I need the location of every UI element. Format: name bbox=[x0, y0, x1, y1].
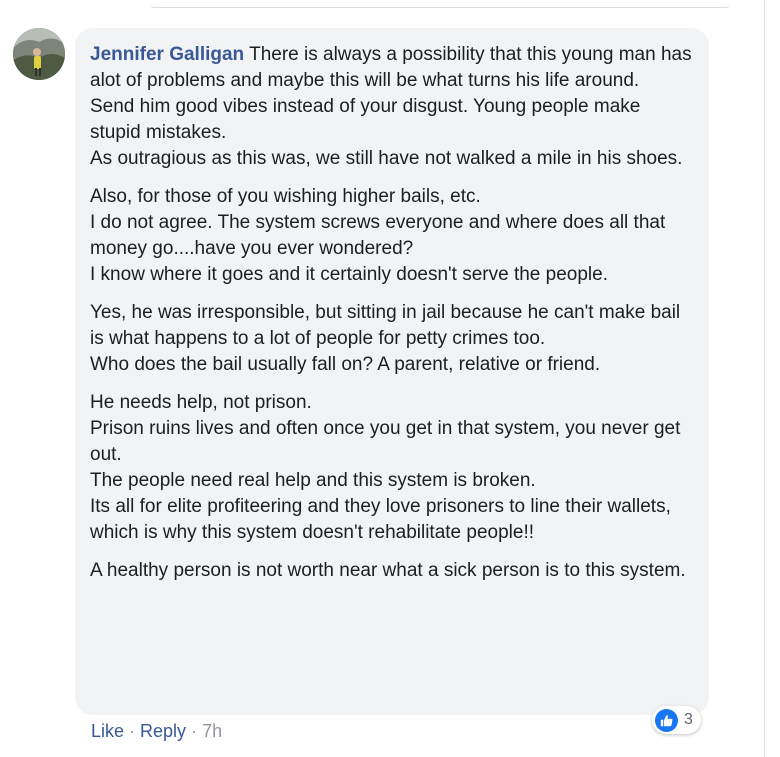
avatar[interactable] bbox=[13, 28, 65, 80]
comment-line: Its all for elite profiteering and they … bbox=[90, 496, 671, 543]
comment-actions: Like · Reply · 7h bbox=[91, 721, 222, 742]
comment-line: Yes, he was irresponsible, but sitting i… bbox=[90, 302, 681, 349]
comment-line: I do not agree. The system screws everyo… bbox=[90, 212, 666, 259]
comment-line: The people need real help and this syste… bbox=[90, 470, 536, 491]
comment-body: Jennifer Galligan There is always a poss… bbox=[90, 42, 693, 584]
separator: · bbox=[129, 721, 136, 741]
comment-line: Prison ruins lives and often once you ge… bbox=[90, 418, 681, 465]
avatar-photo bbox=[13, 28, 65, 80]
reaction-count: 3 bbox=[684, 711, 693, 728]
timestamp[interactable]: 7h bbox=[202, 721, 222, 742]
previous-comment-edge bbox=[150, 0, 730, 8]
like-link[interactable]: Like bbox=[91, 721, 124, 742]
comment-line: As outragious as this was, we still have… bbox=[90, 148, 683, 169]
comment-line: He needs help, not prison. bbox=[90, 392, 312, 413]
separator: · bbox=[191, 721, 198, 741]
comment-line: Send him good vibes instead of your disg… bbox=[90, 96, 641, 143]
reply-link[interactable]: Reply bbox=[140, 721, 186, 742]
comment-line: I know where it goes and it certainly do… bbox=[90, 264, 608, 285]
author-name[interactable]: Jennifer Galligan bbox=[90, 44, 244, 65]
comment-line: A healthy person is not worth near what … bbox=[90, 560, 686, 581]
column-divider bbox=[764, 0, 765, 757]
thumbs-up-icon bbox=[655, 708, 678, 732]
comment-line: Who does the bail usually fall on? A par… bbox=[90, 354, 601, 375]
comment-line: Also, for those of you wishing higher ba… bbox=[90, 186, 481, 207]
reaction-summary[interactable]: 3 bbox=[652, 706, 701, 734]
comment-bubble: Jennifer Galligan There is always a poss… bbox=[75, 28, 709, 715]
